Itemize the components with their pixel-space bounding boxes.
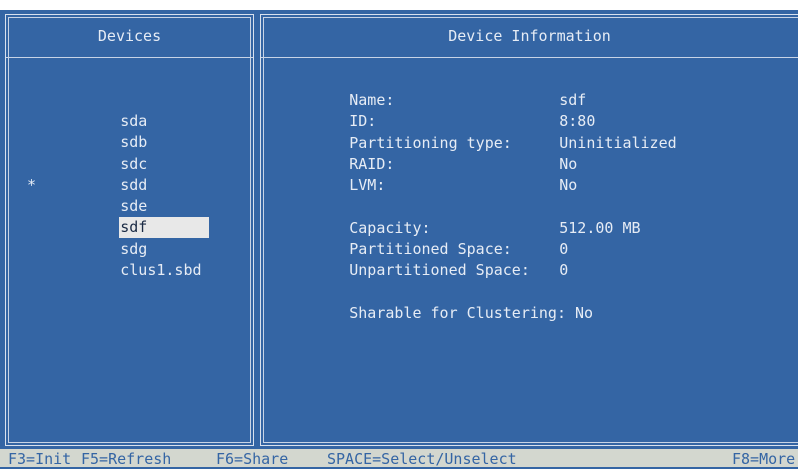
- device-item-sdb[interactable]: sdb: [6, 90, 209, 151]
- info-value: No: [575, 303, 594, 322]
- device-item-clus1-sbd[interactable]: clus1.sbd: [6, 218, 209, 279]
- info-row-name: Name: sdf: [277, 69, 677, 109]
- function-key-bar: F3=Init F5=Refresh F6=Share SPACE=Select…: [0, 449, 798, 469]
- f3-init-key[interactable]: F3=Init: [8, 449, 71, 469]
- device-item-sdd[interactable]: sdd: [6, 133, 209, 194]
- device-item-sda[interactable]: sda: [6, 69, 209, 130]
- device-list: sda sdb sdc sdd sde * sdf sdg clus1.sbd: [6, 69, 210, 279]
- f8-more-key[interactable]: F8=More: [732, 449, 795, 469]
- space-select-key[interactable]: SPACE=Select/Unselect: [327, 449, 517, 469]
- info-row-lvm: LVM: No: [277, 154, 677, 194]
- info-row-id: ID: 8:80: [277, 90, 677, 130]
- info-label: LVM:: [349, 176, 386, 195]
- info-label: Sharable for Clustering:: [349, 303, 566, 322]
- device-item-sde[interactable]: sde: [6, 154, 209, 215]
- device-info-panel: Device Information Name: sdf ID: 8:80 Part…: [260, 14, 798, 446]
- terminal-screen: Devices sda sdb sdc sdd sde * sdf sdg cl…: [0, 0, 798, 469]
- top-strip: [0, 0, 798, 10]
- info-row-partitioned-space: Partitioned Space: 0: [277, 218, 677, 258]
- f5-refresh-key[interactable]: F5=Refresh: [81, 449, 171, 469]
- device-info-table: Name: sdf ID: 8:80 Partitioning type: Unini…: [277, 69, 677, 322]
- device-name: sdg: [120, 239, 148, 258]
- device-name: clus1.sbd: [120, 261, 202, 280]
- info-row-unpartitioned-space: Unpartitioned Space: 0: [277, 239, 677, 279]
- devices-header-divider: [6, 57, 253, 58]
- info-row-raid: RAID: No: [277, 133, 677, 173]
- info-value: 0: [559, 261, 569, 280]
- device-info-header-divider: [261, 57, 798, 58]
- device-info-panel-title: Device Information: [448, 27, 611, 45]
- device-item-sdg[interactable]: sdg: [6, 197, 209, 258]
- devices-panel-title: Devices: [97, 27, 162, 45]
- info-row-capacity: Capacity: 512.00 MB: [277, 197, 677, 237]
- info-value: No: [559, 176, 578, 195]
- info-label: Unpartitioned Space:: [349, 261, 530, 280]
- info-row-partitioning: Partitioning type: Uninitialized: [277, 112, 676, 152]
- device-item-sdc[interactable]: sdc: [6, 112, 209, 173]
- f6-share-key[interactable]: F6=Share: [216, 449, 288, 469]
- devices-panel: Devices sda sdb sdc sdd sde * sdf sdg cl…: [5, 14, 254, 446]
- device-item-sdf[interactable]: * sdf: [6, 175, 210, 239]
- selection-marker: *: [27, 176, 37, 195]
- info-row-sharable: Sharable for Clustering: No: [277, 282, 677, 322]
